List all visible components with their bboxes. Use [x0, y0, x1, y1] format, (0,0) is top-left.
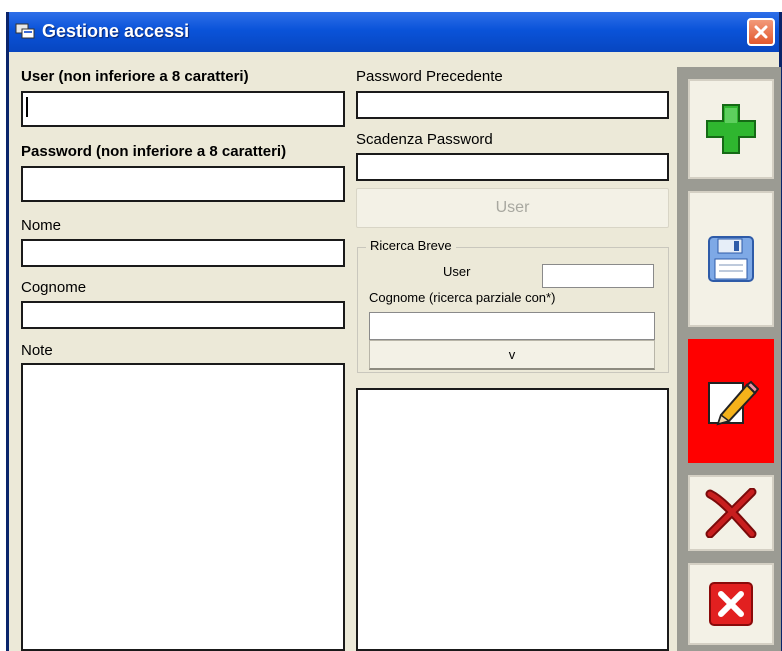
exit-red-x-icon: [709, 582, 753, 626]
add-icon: [706, 104, 756, 154]
ricerca-cognome-label: Cognome (ricerca parziale con*): [369, 290, 556, 305]
nome-label: Nome: [21, 217, 62, 234]
gestione-accessi-window: Gestione accessi User (non inferiore a 8…: [6, 12, 782, 651]
password-label: Password (non inferiore a 8 caratteri): [21, 143, 287, 160]
ricerca-breve-title: Ricerca Breve: [366, 238, 456, 253]
results-list[interactable]: [356, 388, 669, 651]
ricerca-search-button[interactable]: v: [369, 340, 655, 370]
delete-x-icon: [705, 488, 757, 538]
app-icon: [15, 23, 35, 39]
scadenza-password-label: Scadenza Password: [356, 131, 493, 148]
ricerca-user-label: User: [443, 264, 471, 279]
user-label: User (non inferiore a 8 caratteri): [21, 68, 249, 85]
edit-button[interactable]: [688, 339, 774, 463]
password-input[interactable]: [21, 166, 345, 202]
edit-pencil-icon: [708, 380, 759, 426]
scadenza-password-input[interactable]: [356, 153, 669, 181]
floppy-disk-icon: [708, 236, 754, 282]
user-button[interactable]: User: [356, 188, 669, 228]
exit-button[interactable]: [688, 563, 774, 645]
close-icon: [754, 25, 768, 39]
action-toolbar: [677, 67, 781, 651]
cognome-input[interactable]: [21, 301, 345, 329]
add-button[interactable]: [688, 79, 774, 179]
delete-button[interactable]: [688, 475, 774, 551]
title-bar: Gestione accessi: [9, 12, 779, 52]
password-precedente-label: Password Precedente: [356, 68, 503, 85]
nome-input[interactable]: [21, 239, 345, 267]
ricerca-user-input[interactable]: [542, 264, 654, 288]
ricerca-cognome-input[interactable]: [369, 312, 655, 340]
cognome-label: Cognome: [21, 279, 87, 296]
user-input[interactable]: [21, 91, 345, 127]
note-label: Note: [21, 342, 53, 359]
text-caret: [26, 97, 28, 117]
window-close-button[interactable]: [747, 18, 775, 46]
note-textarea[interactable]: [21, 363, 345, 651]
save-button[interactable]: [688, 191, 774, 327]
window-title: Gestione accessi: [42, 21, 190, 41]
password-precedente-input[interactable]: [356, 91, 669, 119]
